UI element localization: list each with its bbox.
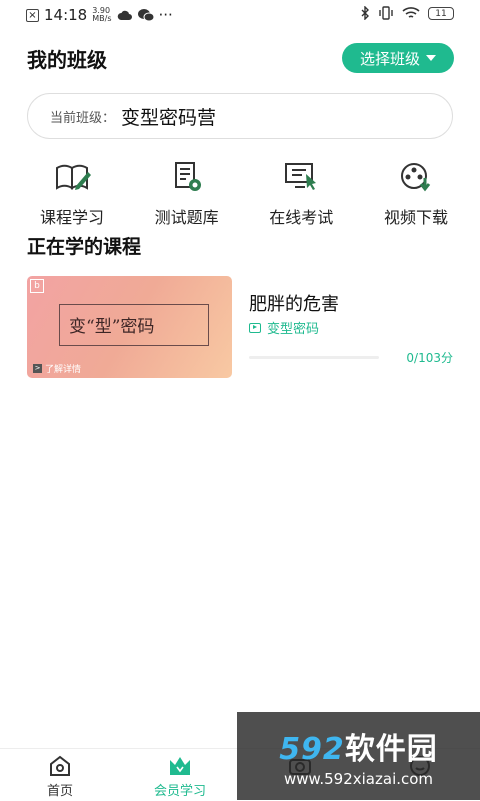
course-score: 0/103分 bbox=[406, 351, 453, 365]
chevron-right-icon: > bbox=[33, 364, 42, 373]
current-class-box[interactable]: 当前班级： 变型密码营 bbox=[27, 93, 453, 139]
document-search-icon bbox=[174, 162, 201, 191]
course-thumbnail[interactable]: b 变“型”密码 > 了解详情 bbox=[27, 276, 232, 378]
more-notifications: ··· bbox=[158, 6, 173, 24]
cloud-icon bbox=[117, 10, 132, 20]
progress-bar bbox=[249, 356, 379, 359]
feature-label: 在线考试 bbox=[269, 208, 334, 227]
feature-grid: 课程学习 测试题库 在线考试 视频下载 bbox=[22, 160, 466, 230]
caret-down-icon bbox=[426, 55, 436, 61]
learn-more-link[interactable]: > 了解详情 bbox=[33, 362, 81, 375]
watermark-brand: 592软件园 bbox=[279, 732, 438, 767]
wifi-icon bbox=[402, 7, 420, 18]
status-time: 14:18 bbox=[44, 6, 88, 24]
tab-member-study[interactable]: 会员学习 bbox=[120, 749, 240, 801]
section-title: 正在学的课程 bbox=[27, 236, 142, 258]
feature-question-bank[interactable]: 测试题库 bbox=[137, 160, 237, 230]
crown-icon bbox=[170, 757, 190, 775]
feature-online-exam[interactable]: 在线考试 bbox=[251, 160, 351, 230]
thumbnail-text: 变“型”密码 bbox=[69, 317, 155, 337]
tab-home[interactable]: 首页 bbox=[0, 749, 120, 801]
battery-icon: 11 bbox=[428, 6, 454, 20]
book-pen-icon bbox=[56, 164, 91, 190]
select-class-label: 选择班级 bbox=[359, 49, 420, 68]
status-bar: × 14:18 3.90 MB/s ··· 11 bbox=[0, 0, 480, 30]
feature-course-study[interactable]: 课程学习 bbox=[22, 160, 122, 230]
course-subtitle: 变型密码 bbox=[249, 318, 319, 337]
wechat-icon bbox=[137, 9, 154, 22]
current-class-label: 当前班级： bbox=[50, 110, 116, 126]
current-class-value: 变型密码营 bbox=[121, 106, 217, 129]
monitor-cursor-icon bbox=[285, 163, 317, 190]
bluetooth-icon bbox=[361, 6, 369, 20]
course-card[interactable]: b 变“型”密码 > 了解详情 肥胖的危害 变型密码 0/103分 bbox=[27, 276, 455, 378]
feature-label: 课程学习 bbox=[39, 208, 104, 227]
notification-close-icon: × bbox=[26, 8, 39, 22]
select-class-button[interactable]: 选择班级 bbox=[342, 43, 454, 73]
feature-video-download[interactable]: 视频下载 bbox=[366, 160, 466, 230]
network-speed: 3.90 MB/s bbox=[92, 6, 112, 23]
page-title: 我的班级 bbox=[27, 48, 107, 72]
course-title: 肥胖的危害 bbox=[249, 294, 339, 315]
watermark-url: www.592xiazai.com bbox=[283, 770, 434, 788]
vibrate-icon bbox=[379, 6, 393, 20]
home-icon bbox=[50, 755, 70, 776]
brand-logo: b bbox=[30, 279, 44, 293]
feature-label: 视频下载 bbox=[383, 208, 448, 227]
play-icon bbox=[249, 322, 261, 333]
film-download-icon bbox=[400, 163, 431, 192]
watermark: 592软件园 www.592xiazai.com bbox=[237, 712, 480, 800]
feature-label: 测试题库 bbox=[154, 208, 219, 227]
